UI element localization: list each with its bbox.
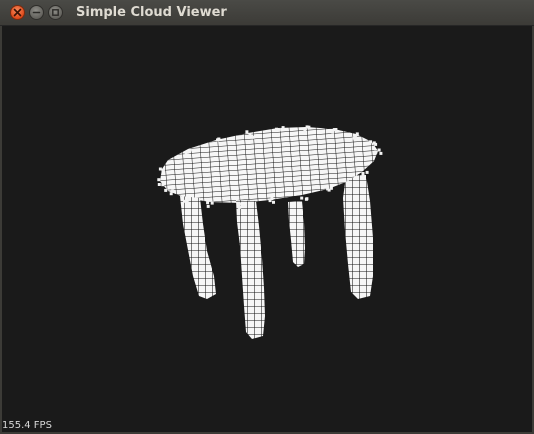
table-leg-front-right <box>343 175 373 299</box>
cloud-point <box>248 132 252 136</box>
cloud-point <box>251 135 255 139</box>
point-cloud-render <box>157 125 383 339</box>
cloud-point <box>161 183 165 187</box>
cloud-point <box>329 186 333 190</box>
cloud-point <box>217 137 221 141</box>
cloud-point <box>210 201 214 205</box>
cloud-point <box>237 202 241 206</box>
cloud-point <box>374 142 378 146</box>
cloud-point <box>157 183 161 186</box>
cloud-point <box>326 187 330 191</box>
cloud-point <box>379 151 383 155</box>
table-leg-back-middle <box>288 201 305 267</box>
cloud-point <box>164 188 168 192</box>
cloud-point <box>171 189 175 193</box>
cloud-point <box>377 148 381 152</box>
cloud-point <box>300 196 304 200</box>
app-window: Simple Cloud Viewer 155.4 FPS <box>0 0 534 434</box>
cloud-point <box>183 199 186 203</box>
cloud-point <box>305 125 309 129</box>
title-bar[interactable]: Simple Cloud Viewer <box>0 0 534 26</box>
cloud-point <box>169 192 173 196</box>
cloud-point <box>361 174 365 177</box>
maximize-button[interactable] <box>48 5 63 20</box>
cloud-point <box>305 197 309 201</box>
cloud-point <box>374 150 378 154</box>
cloud-viewport[interactable]: 155.4 FPS <box>2 26 532 432</box>
window-title: Simple Cloud Viewer <box>76 5 227 20</box>
cloud-point <box>161 169 165 172</box>
cloud-point <box>186 150 190 154</box>
cloud-point <box>272 200 275 204</box>
cloud-point <box>157 178 161 182</box>
cloud-point <box>277 128 281 132</box>
cloud-point <box>245 130 249 134</box>
cloud-point <box>281 126 285 130</box>
maximize-icon <box>52 9 59 16</box>
minimize-button[interactable] <box>29 5 44 20</box>
cloud-point <box>268 199 272 203</box>
cloud-point <box>365 170 369 174</box>
cloud-point <box>332 128 336 132</box>
cloud-point <box>241 204 245 208</box>
cloud-point <box>355 132 359 136</box>
cloud-point <box>206 204 210 208</box>
table-leg-front-left <box>180 196 216 299</box>
cloud-point <box>353 136 357 140</box>
fps-counter: 155.4 FPS <box>2 420 52 431</box>
close-button[interactable] <box>10 5 25 20</box>
close-icon <box>13 8 22 17</box>
cloud-point <box>158 167 162 171</box>
cloud-point <box>186 197 190 201</box>
cloud-point <box>206 201 210 205</box>
cloud-point <box>303 129 307 133</box>
minimize-icon <box>32 11 41 14</box>
cloud-point <box>369 140 373 144</box>
table-leg-front-center <box>236 200 265 339</box>
cloud-point <box>238 205 242 209</box>
